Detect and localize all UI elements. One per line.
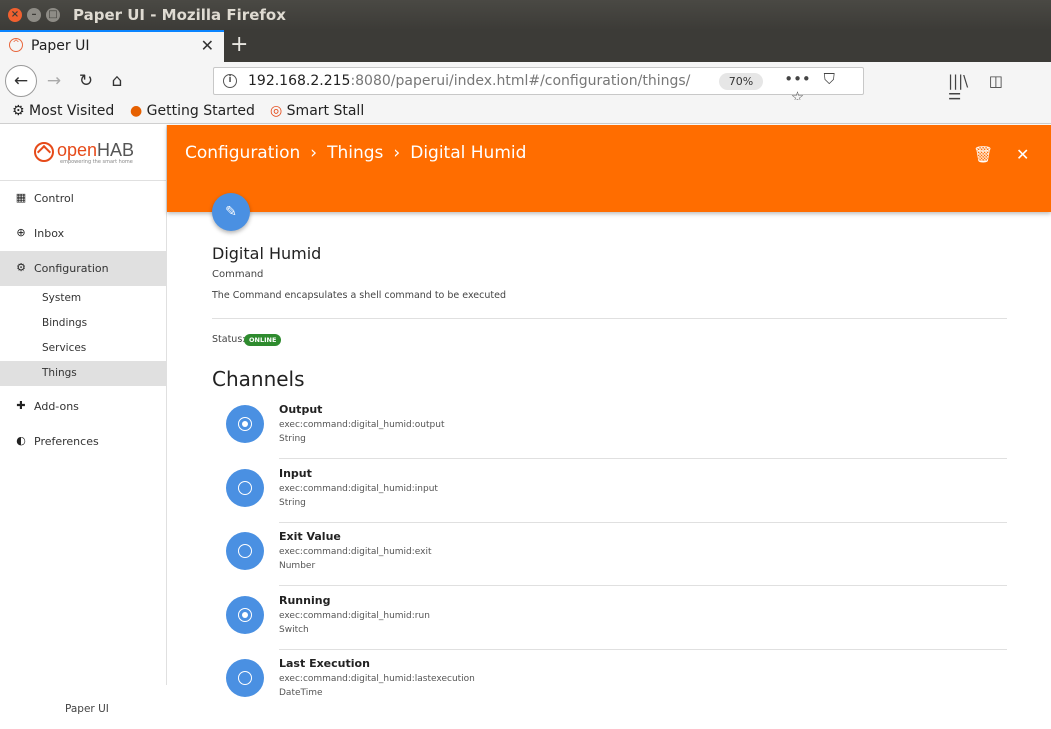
sidebar-item-inbox[interactable]: ⊕ Inbox — [0, 216, 166, 251]
bookmark-smart-stall[interactable]: ◎ Smart Stall — [270, 103, 364, 119]
bookmark-getting-started[interactable]: ● Getting Started — [130, 103, 255, 119]
chevron-right-icon: › — [310, 143, 318, 163]
breadcrumb-current: Digital Humid — [410, 143, 527, 163]
radio-ring-icon — [238, 544, 252, 558]
edit-button[interactable]: ✎ — [212, 193, 250, 231]
channel-type: String — [279, 434, 306, 444]
tab-close-icon[interactable]: ✕ — [201, 36, 214, 55]
footer-label: Paper UI — [65, 703, 109, 715]
pocket-icon[interactable]: ⛉ — [816, 70, 843, 88]
sidebar-subitem-bindings[interactable]: Bindings — [0, 311, 166, 336]
channel-link-toggle[interactable] — [226, 659, 264, 697]
thing-name: Digital Humid — [212, 244, 322, 263]
sidebar-item-addons[interactable]: ✚ Add-ons — [0, 389, 166, 424]
breadcrumb-configuration[interactable]: Configuration — [185, 143, 300, 163]
channel-link-toggle[interactable] — [226, 532, 264, 570]
sidebar-item-control[interactable]: ▦ Control — [0, 181, 166, 216]
status-label: Status: — [212, 334, 246, 345]
chevron-right-icon: › — [393, 143, 401, 163]
channel-uid: exec:command:digital_humid:exit — [279, 547, 432, 557]
radio-ring-icon — [238, 481, 252, 495]
channel-uid: exec:command:digital_humid:input — [279, 484, 438, 494]
add-circle-icon: ⊕ — [16, 226, 26, 239]
url-text[interactable]: 192.168.2.215:8080/paperui/index.html#/c… — [248, 73, 690, 89]
channels-heading: Channels — [212, 367, 305, 391]
close-icon[interactable]: ✕ — [1016, 145, 1029, 164]
puzzle-icon: ✚ — [16, 399, 26, 412]
channel-name: Input — [279, 467, 312, 480]
divider — [212, 318, 1007, 319]
window-minimize-icon[interactable]: – — [27, 8, 41, 22]
sidebar-subitem-services[interactable]: Services — [0, 336, 166, 361]
channel-item: Running exec:command:digital_humid:run S… — [212, 586, 1007, 650]
channel-link-toggle[interactable] — [226, 596, 264, 634]
openhab-logo-icon — [34, 142, 54, 162]
channel-item: Output exec:command:digital_humid:output… — [212, 395, 1007, 459]
breadcrumb: Configuration › Things › Digital Humid — [185, 143, 526, 163]
channel-name: Exit Value — [279, 530, 341, 543]
forward-arrow-icon[interactable]: → — [40, 67, 68, 95]
status-badge: ONLINE — [244, 334, 282, 346]
radio-dot-icon — [242, 421, 248, 427]
zoom-level-badge[interactable]: 70% — [719, 73, 763, 90]
channel-item: Input exec:command:digital_humid:input S… — [212, 459, 1007, 523]
page-header: Configuration › Things › Digital Humid 🗑 ✕ — [167, 125, 1051, 212]
channel-type: Switch — [279, 625, 309, 635]
new-tab-icon[interactable]: + — [230, 32, 248, 57]
channel-name: Last Execution — [279, 657, 370, 670]
bookmarks-toolbar: ⚙ Most Visited ● Getting Started ◎ Smart… — [0, 100, 1051, 124]
tab-strip: ^ Paper UI ✕ + — [0, 30, 1051, 62]
channel-uid: exec:command:digital_humid:run — [279, 611, 430, 621]
back-arrow-icon[interactable]: ← — [5, 65, 37, 97]
window-title: Paper UI - Mozilla Firefox — [73, 6, 286, 24]
delete-icon[interactable]: 🗑 — [973, 145, 993, 164]
channel-uid: exec:command:digital_humid:lastexecution — [279, 674, 475, 684]
channel-type: String — [279, 498, 306, 508]
channel-type: Number — [279, 561, 316, 571]
channel-type: DateTime — [279, 688, 323, 698]
channel-uid: exec:command:digital_humid:output — [279, 420, 445, 430]
channel-link-toggle[interactable] — [226, 469, 264, 507]
radio-dot-icon — [242, 612, 248, 618]
channel-item: Exit Value exec:command:digital_humid:ex… — [212, 522, 1007, 586]
contrast-icon: ◐ — [16, 434, 26, 447]
channel-name: Running — [279, 594, 331, 607]
sidebar-subitem-things[interactable]: Things — [0, 361, 166, 386]
window-maximize-icon[interactable]: □ — [46, 8, 60, 22]
home-icon[interactable]: ⌂ — [103, 67, 131, 95]
window-close-icon[interactable]: × — [8, 8, 22, 22]
browser-tab[interactable]: ^ Paper UI ✕ — [0, 30, 224, 62]
channel-name: Output — [279, 403, 323, 416]
gear-icon: ⚙ — [12, 103, 25, 119]
breadcrumb-things[interactable]: Things — [327, 143, 383, 163]
channel-link-toggle[interactable] — [226, 405, 264, 443]
reload-icon[interactable]: ↻ — [72, 67, 100, 95]
radio-ring-icon — [238, 671, 252, 685]
library-icon[interactable]: |||\ — [948, 72, 984, 90]
openhab-favicon-icon: ^ — [9, 38, 23, 52]
thing-description: The Command encapsulates a shell command… — [212, 290, 506, 301]
openhab-icon: ◎ — [270, 103, 283, 119]
window-titlebar: × – □ Paper UI - Mozilla Firefox — [0, 0, 1051, 30]
sidebar-toggle-icon[interactable]: ◫ — [989, 72, 1029, 90]
site-info-icon[interactable]: i — [223, 74, 237, 88]
thing-type: Command — [212, 269, 264, 280]
pencil-icon: ✎ — [225, 204, 237, 220]
sidebar-item-configuration[interactable]: ⚙ Configuration — [0, 251, 166, 286]
sidebar-item-preferences[interactable]: ◐ Preferences — [0, 424, 166, 459]
address-bar[interactable]: i 192.168.2.215:8080/paperui/index.html#… — [213, 67, 864, 106]
gear-icon: ⚙ — [16, 261, 26, 274]
tab-label: Paper UI — [31, 38, 90, 54]
openhab-logo[interactable]: openHAB empowering the smart home — [0, 125, 166, 181]
channel-item: Last Execution exec:command:digital_humi… — [212, 649, 1007, 713]
navigation-bar: ← → ↻ ⌂ i 192.168.2.215:8080/paperui/ind… — [0, 62, 1051, 108]
dashboard-icon: ▦ — [15, 191, 27, 204]
sidebar: openHAB empowering the smart home ▦ Cont… — [0, 125, 167, 685]
bookmark-most-visited[interactable]: ⚙ Most Visited — [12, 103, 114, 119]
sidebar-subitem-system[interactable]: System — [0, 286, 166, 311]
firefox-icon: ● — [130, 103, 143, 119]
page-actions-icon[interactable]: ••• — [784, 70, 811, 88]
